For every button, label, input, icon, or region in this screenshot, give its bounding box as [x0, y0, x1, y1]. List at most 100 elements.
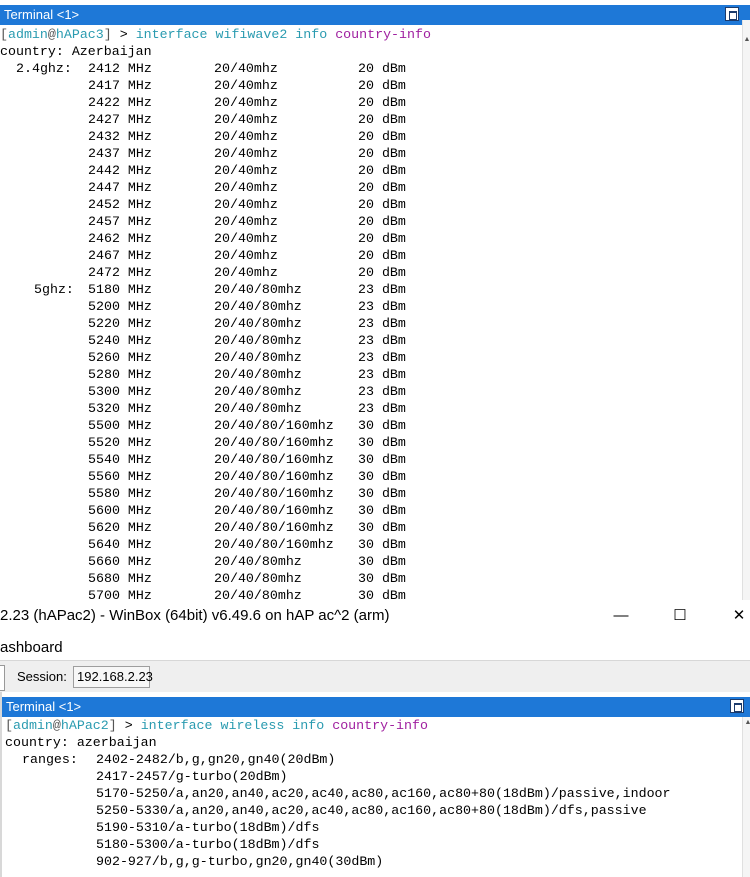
- channel-width: 20/40/80mhz: [214, 282, 302, 297]
- winbox-window[interactable]: 2.23 (hAPac2) - WinBox (64bit) v6.49.6 o…: [0, 600, 750, 877]
- channel-width: 20/40mhz: [214, 95, 278, 110]
- channel-row: 2417 MHz 20/40mhz 20 dBm: [0, 77, 742, 94]
- channel-row: 5240 MHz 20/40/80mhz 23 dBm: [0, 332, 742, 349]
- prompt-host: hAPac2: [60, 718, 109, 733]
- prompt-arrow: >: [116, 718, 141, 733]
- country-line: country: Azerbaijan: [0, 44, 152, 59]
- channel-width: 20/40mhz: [214, 197, 278, 212]
- channel-width: 20/40mhz: [214, 78, 278, 93]
- channel-width: 20/40/80/160mhz: [214, 503, 334, 518]
- channel-row: 2432 MHz 20/40mhz 20 dBm: [0, 128, 742, 145]
- channel-power: 20 dBm: [358, 214, 406, 229]
- channel-row: 5600 MHz 20/40/80/160mhz 30 dBm: [0, 502, 742, 519]
- scrollbar[interactable]: ▲: [742, 20, 750, 600]
- channel-frequency: 5660 MHz: [88, 554, 152, 569]
- channel-frequency: 5560 MHz: [88, 469, 152, 484]
- channel-width: 20/40/80/160mhz: [214, 486, 334, 501]
- maximize-window-icon[interactable]: ☐: [657, 600, 703, 632]
- channel-frequency: 2467 MHz: [88, 248, 152, 263]
- channel-frequency: 5260 MHz: [88, 350, 152, 365]
- prompt-command: interface wireless info: [140, 718, 325, 733]
- channel-width: 20/40/80mhz: [214, 384, 302, 399]
- terminal-titlebar[interactable]: Terminal <1>: [0, 5, 750, 25]
- prompt-at: @: [47, 27, 56, 42]
- dashboard-menu[interactable]: ashboard: [0, 636, 750, 660]
- maximize-icon[interactable]: [730, 699, 744, 713]
- channel-row: 5560 MHz 20/40/80/160mhz 30 dBm: [0, 468, 742, 485]
- channel-row: 2462 MHz 20/40mhz 20 dBm: [0, 230, 742, 247]
- channel-frequency: 2412 MHz: [88, 61, 152, 76]
- channel-frequency: 5200 MHz: [88, 299, 152, 314]
- channel-power: 20 dBm: [358, 61, 406, 76]
- channel-row: 5640 MHz 20/40/80/160mhz 30 dBm: [0, 536, 742, 553]
- channel-frequency: 2452 MHz: [88, 197, 152, 212]
- channel-width: 20/40mhz: [214, 214, 278, 229]
- channel-frequency: 2442 MHz: [88, 163, 152, 178]
- scrollbar[interactable]: ▲: [742, 717, 750, 877]
- range-entry: 5180-5300/a-turbo(18dBm)/dfs: [96, 837, 320, 852]
- scroll-up-icon[interactable]: ▲: [743, 36, 750, 43]
- terminal-window-hapac3[interactable]: Terminal <1> [admin@hAPac3] > interface …: [0, 0, 750, 603]
- terminal-title: Terminal <1>: [6, 699, 82, 714]
- channel-power: 23 dBm: [358, 384, 406, 399]
- channel-row: 2457 MHz 20/40mhz 20 dBm: [0, 213, 742, 230]
- channel-row: 2427 MHz 20/40mhz 20 dBm: [0, 111, 742, 128]
- channel-width: 20/40/80/160mhz: [214, 469, 334, 484]
- channel-power: 30 dBm: [358, 520, 406, 535]
- channel-frequency: 2417 MHz: [88, 78, 152, 93]
- terminal-titlebar[interactable]: Terminal <1>: [2, 697, 750, 717]
- channel-frequency: 2422 MHz: [88, 95, 152, 110]
- channel-row: 5660 MHz 20/40/80mhz 30 dBm: [0, 553, 742, 570]
- channel-width: 20/40/80/160mhz: [214, 435, 334, 450]
- maximize-icon[interactable]: [725, 7, 739, 21]
- channel-row: 2472 MHz 20/40mhz 20 dBm: [0, 264, 742, 281]
- session-toolbar: Session: 192.168.2.23: [0, 660, 750, 694]
- channel-frequency: 5220 MHz: [88, 316, 152, 331]
- session-field[interactable]: 192.168.2.23: [73, 666, 153, 688]
- channel-row: 5520 MHz 20/40/80/160mhz 30 dBm: [0, 434, 742, 451]
- channel-frequency: 2427 MHz: [88, 112, 152, 127]
- channel-width: 20/40/80mhz: [214, 367, 302, 382]
- channel-row: 5500 MHz 20/40/80/160mhz 30 dBm: [0, 417, 742, 434]
- minimize-icon[interactable]: —: [598, 600, 644, 632]
- channel-width: 20/40mhz: [214, 231, 278, 246]
- channel-width: 20/40mhz: [214, 180, 278, 195]
- channel-power: 23 dBm: [358, 350, 406, 365]
- channel-frequency: 2432 MHz: [88, 129, 152, 144]
- country-line: country: azerbaijan: [5, 735, 157, 750]
- channel-row: 5540 MHz 20/40/80/160mhz 30 dBm: [0, 451, 742, 468]
- channel-power: 30 dBm: [358, 452, 406, 467]
- channel-width: 20/40/80/160mhz: [214, 418, 334, 433]
- channel-frequency: 5600 MHz: [88, 503, 152, 518]
- channel-row: 5200 MHz 20/40/80mhz 23 dBm: [0, 298, 742, 315]
- terminal-window-hapac2[interactable]: Terminal <1> [admin@hAPac2] > interface …: [0, 692, 750, 877]
- range-entry: 2417-2457/g-turbo(20dBm): [96, 769, 288, 784]
- prompt-argument: country-info: [335, 27, 431, 42]
- channel-row: 2442 MHz 20/40mhz 20 dBm: [0, 162, 742, 179]
- terminal-title: Terminal <1>: [4, 7, 80, 22]
- channel-width: 20/40/80mhz: [214, 333, 302, 348]
- channel-frequency: 5620 MHz: [88, 520, 152, 535]
- channel-width: 20/40mhz: [214, 112, 278, 127]
- channel-power: 20 dBm: [358, 265, 406, 280]
- channel-power: 20 dBm: [358, 129, 406, 144]
- channel-width: 20/40mhz: [214, 129, 278, 144]
- channel-row: 2437 MHz 20/40mhz 20 dBm: [0, 145, 742, 162]
- close-icon[interactable]: ✕: [716, 600, 750, 632]
- scroll-up-icon[interactable]: ▲: [743, 719, 750, 726]
- channel-power: 30 dBm: [358, 418, 406, 433]
- channel-power: 20 dBm: [358, 231, 406, 246]
- channel-power: 20 dBm: [358, 163, 406, 178]
- dashboard-label[interactable]: ashboard: [0, 639, 63, 656]
- window-titlebar[interactable]: 2.23 (hAPac2) - WinBox (64bit) v6.49.6 o…: [0, 600, 750, 632]
- channel-power: 20 dBm: [358, 180, 406, 195]
- channel-row: 5300 MHz 20/40/80mhz 23 dBm: [0, 383, 742, 400]
- channel-row: 2452 MHz 20/40mhz 20 dBm: [0, 196, 742, 213]
- prompt-bracket: [: [5, 718, 13, 733]
- channel-row: 2447 MHz 20/40mhz 20 dBm: [0, 179, 742, 196]
- command-prompt: [admin@hAPac3] > interface wifiwave2 inf…: [0, 26, 431, 43]
- prompt-bracket: ]: [108, 718, 117, 733]
- channel-width: 20/40/80mhz: [214, 554, 302, 569]
- toolbar-button-stub[interactable]: [0, 665, 5, 691]
- channel-width: 20/40mhz: [214, 248, 278, 263]
